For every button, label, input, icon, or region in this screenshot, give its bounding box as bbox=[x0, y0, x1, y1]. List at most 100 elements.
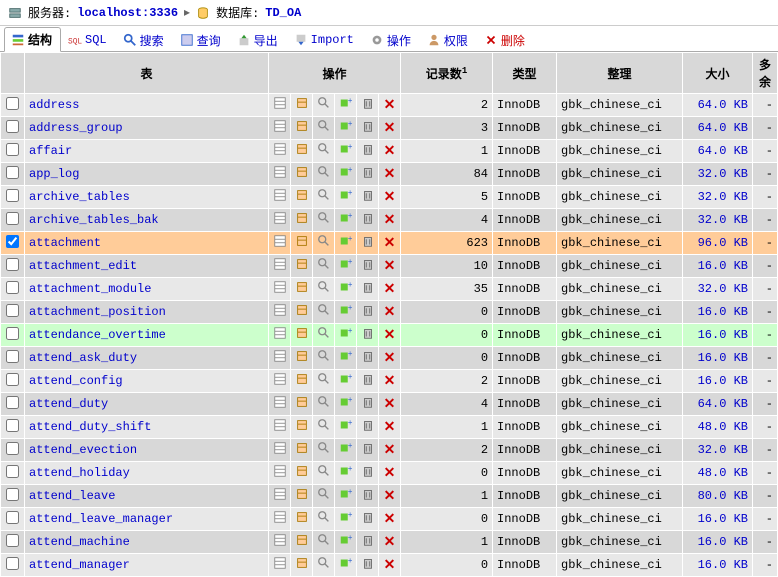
op-drop[interactable]: ✕ bbox=[379, 186, 401, 209]
op-browse[interactable] bbox=[269, 393, 291, 416]
op-drop[interactable]: ✕ bbox=[379, 347, 401, 370]
op-browse[interactable] bbox=[269, 462, 291, 485]
op-insert[interactable]: + bbox=[335, 531, 357, 554]
op-empty[interactable] bbox=[357, 186, 379, 209]
op-insert[interactable]: + bbox=[335, 324, 357, 347]
tab-import[interactable]: Import bbox=[287, 27, 363, 52]
tab-结构[interactable]: 结构 bbox=[4, 27, 61, 52]
table-name-link[interactable]: app_log bbox=[29, 167, 79, 181]
table-name-link[interactable]: attend_duty_shift bbox=[29, 420, 151, 434]
size-link[interactable]: 32.0 KB bbox=[698, 167, 748, 181]
op-empty[interactable] bbox=[357, 439, 379, 462]
table-name-link[interactable]: address bbox=[29, 98, 79, 112]
op-insert[interactable]: + bbox=[335, 186, 357, 209]
op-drop[interactable]: ✕ bbox=[379, 531, 401, 554]
op-search[interactable] bbox=[313, 209, 335, 232]
op-structure[interactable] bbox=[291, 94, 313, 117]
op-drop[interactable]: ✕ bbox=[379, 209, 401, 232]
op-search[interactable] bbox=[313, 531, 335, 554]
op-structure[interactable] bbox=[291, 209, 313, 232]
row-checkbox[interactable] bbox=[6, 465, 19, 478]
op-search[interactable] bbox=[313, 439, 335, 462]
row-checkbox[interactable] bbox=[6, 488, 19, 501]
op-drop[interactable]: ✕ bbox=[379, 485, 401, 508]
op-insert[interactable]: + bbox=[335, 140, 357, 163]
op-structure[interactable] bbox=[291, 439, 313, 462]
row-checkbox[interactable] bbox=[6, 212, 19, 225]
size-link[interactable]: 16.0 KB bbox=[698, 535, 748, 549]
op-browse[interactable] bbox=[269, 439, 291, 462]
op-insert[interactable]: + bbox=[335, 209, 357, 232]
op-structure[interactable] bbox=[291, 232, 313, 255]
row-checkbox[interactable] bbox=[6, 258, 19, 271]
op-browse[interactable] bbox=[269, 485, 291, 508]
op-search[interactable] bbox=[313, 485, 335, 508]
row-checkbox[interactable] bbox=[6, 97, 19, 110]
op-empty[interactable] bbox=[357, 301, 379, 324]
row-checkbox[interactable] bbox=[6, 419, 19, 432]
op-insert[interactable]: + bbox=[335, 278, 357, 301]
op-drop[interactable]: ✕ bbox=[379, 462, 401, 485]
op-empty[interactable] bbox=[357, 278, 379, 301]
table-name-link[interactable]: attend_ask_duty bbox=[29, 351, 137, 365]
op-browse[interactable] bbox=[269, 117, 291, 140]
table-name-link[interactable]: attend_machine bbox=[29, 535, 130, 549]
op-browse[interactable] bbox=[269, 209, 291, 232]
op-empty[interactable] bbox=[357, 416, 379, 439]
op-structure[interactable] bbox=[291, 370, 313, 393]
op-insert[interactable]: + bbox=[335, 94, 357, 117]
table-name-link[interactable]: attend_config bbox=[29, 374, 123, 388]
op-browse[interactable] bbox=[269, 232, 291, 255]
tab-查询[interactable]: 查询 bbox=[173, 27, 230, 52]
table-name-link[interactable]: attachment_position bbox=[29, 305, 166, 319]
size-link[interactable]: 96.0 KB bbox=[698, 236, 748, 250]
op-search[interactable] bbox=[313, 232, 335, 255]
op-browse[interactable] bbox=[269, 347, 291, 370]
op-search[interactable] bbox=[313, 370, 335, 393]
size-link[interactable]: 32.0 KB bbox=[698, 213, 748, 227]
row-checkbox[interactable] bbox=[6, 350, 19, 363]
op-drop[interactable]: ✕ bbox=[379, 439, 401, 462]
op-insert[interactable]: + bbox=[335, 439, 357, 462]
op-browse[interactable] bbox=[269, 186, 291, 209]
op-empty[interactable] bbox=[357, 255, 379, 278]
row-checkbox[interactable] bbox=[6, 143, 19, 156]
table-name-link[interactable]: attend_manager bbox=[29, 558, 130, 572]
op-structure[interactable] bbox=[291, 347, 313, 370]
table-name-link[interactable]: attend_duty bbox=[29, 397, 108, 411]
op-search[interactable] bbox=[313, 255, 335, 278]
op-insert[interactable]: + bbox=[335, 370, 357, 393]
row-checkbox[interactable] bbox=[6, 327, 19, 340]
op-drop[interactable]: ✕ bbox=[379, 117, 401, 140]
op-search[interactable] bbox=[313, 347, 335, 370]
op-empty[interactable] bbox=[357, 209, 379, 232]
op-search[interactable] bbox=[313, 94, 335, 117]
table-name-link[interactable]: attend_holiday bbox=[29, 466, 130, 480]
op-insert[interactable]: + bbox=[335, 508, 357, 531]
table-name-link[interactable]: affair bbox=[29, 144, 72, 158]
table-name-link[interactable]: attendance_overtime bbox=[29, 328, 166, 342]
op-drop[interactable]: ✕ bbox=[379, 232, 401, 255]
row-checkbox[interactable] bbox=[6, 120, 19, 133]
op-browse[interactable] bbox=[269, 94, 291, 117]
op-structure[interactable] bbox=[291, 255, 313, 278]
op-structure[interactable] bbox=[291, 324, 313, 347]
op-empty[interactable] bbox=[357, 485, 379, 508]
op-drop[interactable]: ✕ bbox=[379, 140, 401, 163]
op-structure[interactable] bbox=[291, 416, 313, 439]
op-empty[interactable] bbox=[357, 347, 379, 370]
op-drop[interactable]: ✕ bbox=[379, 278, 401, 301]
op-insert[interactable]: + bbox=[335, 163, 357, 186]
op-empty[interactable] bbox=[357, 324, 379, 347]
table-name-link[interactable]: attachment bbox=[29, 236, 101, 250]
op-empty[interactable] bbox=[357, 462, 379, 485]
op-structure[interactable] bbox=[291, 531, 313, 554]
size-link[interactable]: 64.0 KB bbox=[698, 397, 748, 411]
size-link[interactable]: 32.0 KB bbox=[698, 190, 748, 204]
size-link[interactable]: 64.0 KB bbox=[698, 98, 748, 112]
op-drop[interactable]: ✕ bbox=[379, 94, 401, 117]
op-structure[interactable] bbox=[291, 117, 313, 140]
op-search[interactable] bbox=[313, 508, 335, 531]
op-insert[interactable]: + bbox=[335, 347, 357, 370]
table-name-link[interactable]: archive_tables bbox=[29, 190, 130, 204]
